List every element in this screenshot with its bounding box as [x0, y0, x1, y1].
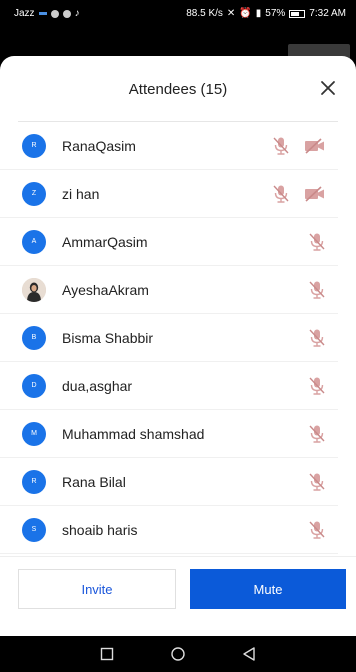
network-speed: 88.5 K/s — [186, 8, 223, 19]
sheet-header: Attendees (15) — [0, 56, 356, 122]
attendee-controls — [308, 424, 326, 444]
attendee-controls — [308, 232, 326, 252]
android-nav-bar — [0, 636, 356, 672]
avatar: D — [22, 373, 46, 398]
carrier-label: Jazz — [14, 8, 35, 19]
attendee-row[interactable]: AyeshaAkram — [0, 266, 338, 314]
avatar: A — [22, 229, 46, 254]
attendee-row[interactable]: Zzi han — [0, 170, 338, 218]
camera-off-icon[interactable] — [304, 186, 326, 202]
attendee-name: Muhammad shamshad — [62, 425, 205, 442]
attendee-row[interactable]: R RanaQasim — [0, 122, 338, 170]
attendee-name: Bisma Shabbir — [62, 329, 154, 346]
avatar: R — [22, 133, 46, 158]
attendee-controls — [308, 376, 326, 396]
attendee-name: zi han — [62, 185, 100, 202]
attendee-controls — [308, 520, 326, 540]
mic-muted-icon[interactable] — [272, 184, 290, 204]
avatar: R — [22, 469, 46, 494]
attendee-name: RanaQasim — [62, 137, 136, 154]
camera-off-icon[interactable] — [304, 138, 326, 154]
mic-muted-icon[interactable] — [308, 472, 326, 492]
mic-muted-icon[interactable] — [308, 520, 326, 540]
message-icon — [62, 9, 71, 18]
avatar — [22, 277, 46, 302]
invite-button[interactable]: Invite — [18, 569, 176, 609]
attendee-name: shoaib haris — [62, 521, 138, 538]
status-bar: Jazz ♪ 88.5 K/s ✕ ⏰ ▮ 57% 7:32 AM — [0, 0, 356, 44]
alarm-icon: ⏰ — [239, 8, 252, 19]
cell-signal-icon: ▮ — [255, 8, 262, 19]
attendee-controls — [308, 472, 326, 492]
mic-muted-icon[interactable] — [308, 328, 326, 348]
signal-icon — [38, 12, 47, 15]
attendee-controls — [308, 328, 326, 348]
clock: 7:32 AM — [309, 8, 346, 19]
attendee-controls — [272, 136, 326, 156]
mic-muted-icon[interactable] — [308, 280, 326, 300]
sheet-footer: Invite Mute — [0, 556, 356, 636]
status-left: Jazz ♪ — [14, 8, 80, 19]
attendee-name: AmmarQasim — [62, 233, 148, 250]
battery-icon — [289, 9, 306, 18]
attendee-row[interactable]: M Muhammad shamshad — [0, 410, 338, 458]
status-right: 88.5 K/s ✕ ⏰ ▮ 57% 7:32 AM — [186, 8, 346, 19]
battery-percent: 57% — [265, 8, 286, 19]
mic-muted-icon[interactable] — [308, 376, 326, 396]
back-icon[interactable] — [242, 646, 256, 662]
attendee-name: Rana Bilal — [62, 473, 126, 490]
avatar: S — [22, 517, 46, 542]
attendee-row[interactable]: A AmmarQasim — [0, 218, 338, 266]
close-icon[interactable] — [318, 78, 338, 98]
mute-status-icon: ✕ — [226, 8, 236, 19]
recent-apps-icon[interactable] — [100, 647, 114, 661]
attendee-row[interactable]: Ddua,asghar — [0, 362, 338, 410]
sheet-title: Attendees (15) — [128, 80, 228, 98]
mic-muted-icon[interactable] — [308, 424, 326, 444]
home-icon[interactable] — [170, 646, 186, 662]
attendee-row[interactable]: B Bisma Shabbir — [0, 314, 338, 362]
attendee-name: AyeshaAkram — [62, 281, 149, 298]
attendee-list: R RanaQasim Zzi han A AmmarQasim AyeshaAkr… — [0, 122, 356, 554]
avatar: M — [22, 421, 46, 446]
attendee-name: dua,asghar — [62, 377, 133, 394]
notification-icon — [50, 9, 59, 18]
attendee-controls — [308, 280, 326, 300]
attendee-row[interactable]: Sshoaib haris — [0, 506, 338, 554]
attendee-controls — [272, 184, 326, 204]
mic-muted-icon[interactable] — [308, 232, 326, 252]
mic-muted-icon[interactable] — [272, 136, 290, 156]
attendee-row[interactable]: R Rana Bilal — [0, 458, 338, 506]
avatar: B — [22, 325, 46, 350]
attendees-sheet: Attendees (15) R RanaQasim Zzi han A Ammar… — [0, 56, 356, 636]
mute-all-button[interactable]: Mute — [190, 569, 346, 609]
tiktok-icon: ♪ — [74, 8, 80, 19]
avatar: Z — [22, 181, 46, 206]
